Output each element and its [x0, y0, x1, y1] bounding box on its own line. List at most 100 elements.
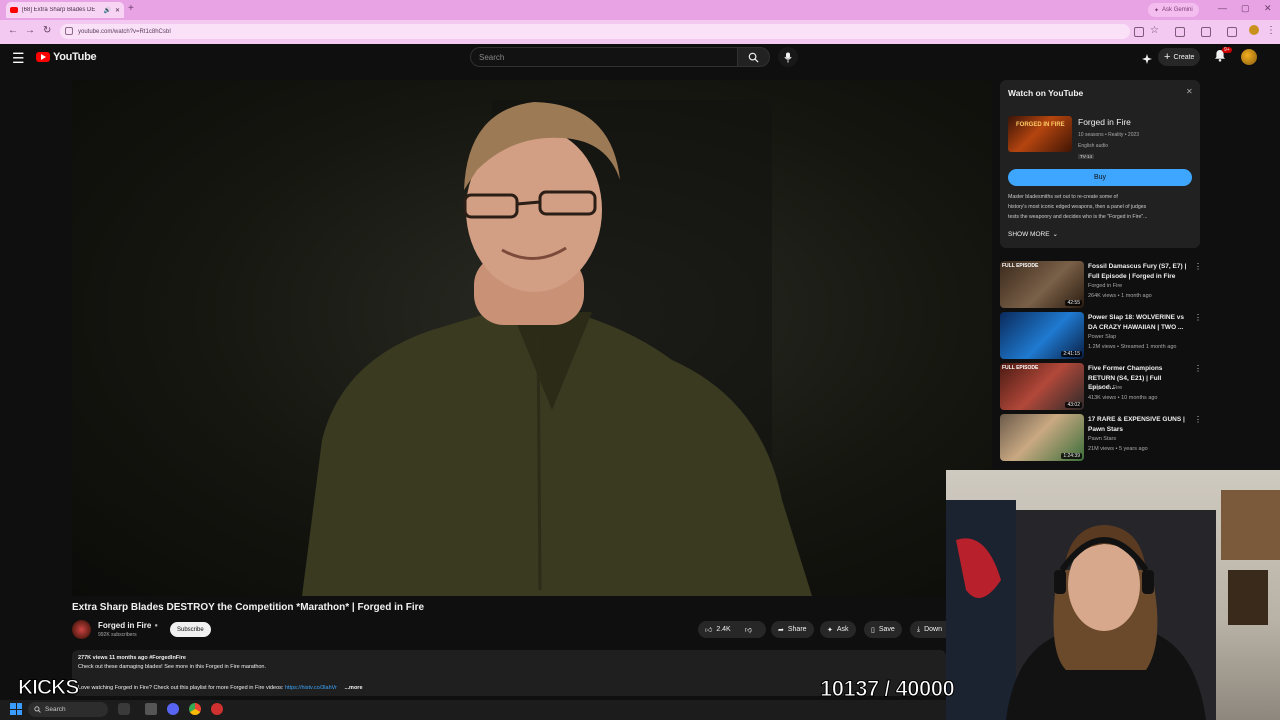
like-count: 2.4K [716, 626, 731, 633]
recommended-video[interactable]: FULL EPISODE 43:02 Five Former Champions… [1000, 363, 1202, 411]
browser-tab-title: [68] Extra Sharp Blades DE [22, 7, 96, 13]
save-button[interactable]: ▯ Save [864, 621, 902, 638]
subscribe-button[interactable]: Subscribe [170, 622, 211, 637]
show-name[interactable]: Forged in Fire [1078, 117, 1131, 127]
back-arrow-icon[interactable]: ← [8, 25, 18, 36]
ai-sparkle-icon[interactable] [1142, 51, 1152, 69]
download-icon: ⤓ [917, 625, 921, 633]
dislike-button[interactable]: 👎︎ [745, 625, 752, 634]
channel-name-text: Forged in Fire [98, 621, 152, 630]
close-panel-icon[interactable]: ✕ [1186, 87, 1193, 96]
install-app-icon[interactable] [1134, 27, 1144, 37]
recommended-video[interactable]: 1:24:39 17 RARE & EXPENSIVE GUNS | Pawn … [1000, 414, 1200, 469]
user-avatar[interactable] [1241, 49, 1257, 65]
recommended-video[interactable]: 2:41:15 Power Slap 18: WOLVERINE vs DA C… [1000, 312, 1202, 360]
content-rating-badge: TV-14 [1078, 154, 1095, 159]
minimize-window-icon[interactable]: — [1218, 3, 1227, 13]
more-options-icon[interactable]: ⋮ [1194, 313, 1202, 322]
full-episode-badge: FULL EPISODE [1002, 263, 1039, 269]
notifications-button[interactable]: 9+ [1214, 47, 1232, 67]
buy-button[interactable]: Buy [1008, 169, 1192, 186]
search-button[interactable] [738, 47, 770, 67]
like-button[interactable]: 👍︎ 2.4K [705, 625, 731, 634]
show-description-1: Master bladesmiths set out to re-create … [1008, 194, 1118, 200]
plus-icon: + [1164, 51, 1171, 63]
video-duration: 1:24:39 [1061, 453, 1082, 459]
voice-search-button[interactable] [778, 47, 798, 67]
description-more[interactable]: ...more [344, 685, 362, 691]
task-view-icon[interactable] [118, 703, 130, 715]
video-thumbnail[interactable]: 1:24:39 [1000, 414, 1084, 461]
tab-close-icon[interactable]: ✕ [115, 7, 120, 14]
video-meta: 264K views • 1 month ago [1088, 293, 1152, 299]
windows-start-icon[interactable] [10, 703, 22, 715]
chevron-down-icon: ⌄ [1052, 231, 1058, 238]
youtube-logo[interactable]: YouTube [36, 51, 97, 63]
sparkle-icon: ✦ [827, 626, 833, 634]
thumbs-up-icon: 👍︎ [705, 627, 713, 634]
video-duration: 42:55 [1065, 300, 1082, 306]
extension-icon[interactable] [1175, 27, 1185, 37]
video-title: Extra Sharp Blades DESTROY the Competiti… [72, 602, 425, 613]
full-episode-badge: FULL EPISODE [1002, 365, 1039, 371]
download-button[interactable]: ⤓ Down [910, 621, 950, 638]
description-link[interactable]: https://histv.co/3lahVr [285, 685, 337, 691]
video-channel: Forged in Fire [1088, 385, 1123, 391]
channel-name[interactable]: Forged in Fire ● [98, 621, 158, 630]
sidebar-icon[interactable] [1201, 27, 1211, 37]
youtube-logo-text: YouTube [53, 51, 97, 63]
taskbar [0, 700, 946, 720]
video-thumbnail[interactable]: 2:41:15 [1000, 312, 1084, 359]
description-line-2-text: Love watching Forged in Fire? Check out … [78, 685, 284, 691]
save-label: Save [878, 626, 895, 633]
file-explorer-icon[interactable] [145, 703, 157, 715]
taskbar-search[interactable]: Search [28, 702, 108, 717]
new-tab-button[interactable]: + [128, 3, 134, 14]
search-icon [34, 706, 41, 713]
discord-icon[interactable] [167, 703, 179, 715]
recommended-video[interactable]: FULL EPISODE 42:55 Fossil Damascus Fury … [1000, 261, 1202, 309]
maximize-window-icon[interactable]: ▢ [1241, 3, 1250, 14]
video-thumbnail[interactable]: FULL EPISODE 42:55 [1000, 261, 1084, 308]
chrome-icon[interactable] [189, 703, 201, 715]
ask-gemini-button[interactable]: ✦ Ask Gemini [1148, 3, 1199, 17]
obs-icon[interactable] [211, 703, 223, 715]
watch-on-youtube-panel [1000, 80, 1200, 248]
browser-menu-icon[interactable]: ⋮ [1266, 25, 1276, 36]
forward-arrow-icon[interactable]: → [25, 25, 35, 36]
show-more-button[interactable]: SHOW MORE ⌄ [1008, 230, 1058, 239]
url-field[interactable]: youtube.com/watch?v=Rt1c8hCsbI [60, 24, 1130, 39]
browser-tab-bar [0, 0, 1280, 20]
more-options-icon[interactable]: ⋮ [1194, 415, 1200, 424]
video-player[interactable] [72, 80, 992, 596]
close-window-icon[interactable]: ✕ [1264, 3, 1272, 14]
share-button[interactable]: ➦ Share [771, 621, 814, 638]
description-line-2: Love watching Forged in Fire? Check out … [78, 685, 363, 691]
search-icon [748, 52, 759, 63]
video-thumbnail[interactable]: FULL EPISODE 43:02 [1000, 363, 1084, 410]
video-meta: 413K views • 10 months ago [1088, 395, 1158, 401]
search-input[interactable]: Search [470, 47, 738, 67]
site-info-icon[interactable] [65, 27, 73, 35]
speaker-icon[interactable]: 🔊 [103, 7, 110, 14]
microphone-icon [784, 52, 792, 62]
video-title: Fossil Damascus Fury (S7, E7) | Full Epi… [1088, 263, 1187, 280]
reload-icon[interactable]: ↻ [43, 25, 51, 36]
profile-icon[interactable] [1227, 27, 1237, 37]
account-avatar-icon[interactable] [1249, 25, 1259, 35]
description-line-1: Check out these damaging blades! See mor… [78, 664, 267, 670]
video-channel: Power Slap [1088, 334, 1117, 340]
show-more-label: SHOW MORE [1008, 230, 1050, 238]
bookmark-star-icon[interactable]: ☆ [1150, 25, 1159, 36]
channel-avatar[interactable] [72, 620, 91, 639]
more-options-icon[interactable]: ⋮ [1194, 364, 1202, 373]
browser-tab[interactable]: [68] Extra Sharp Blades DE 🔊 ✕ [6, 2, 124, 18]
video-meta: 1.2M views • Streamed 1 month ago [1088, 344, 1177, 350]
create-button[interactable]: + Create [1158, 48, 1201, 66]
verified-check-icon: ● [154, 622, 158, 629]
hamburger-menu-icon[interactable]: ☰ [12, 50, 25, 67]
thumbs-down-icon: 👎︎ [744, 627, 752, 634]
ask-button[interactable]: ✦ Ask [820, 621, 856, 638]
more-options-icon[interactable]: ⋮ [1194, 262, 1202, 271]
show-audio: English audio [1078, 143, 1109, 149]
